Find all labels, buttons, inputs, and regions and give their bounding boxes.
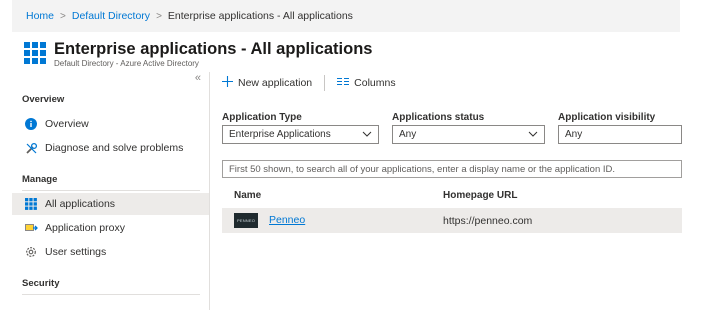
sidebar-item-label: All applications <box>45 198 116 210</box>
new-application-button[interactable]: New application <box>222 76 312 90</box>
sidebar-item-label: Application proxy <box>45 222 125 234</box>
penneo-logo: PENNEO <box>234 213 258 228</box>
section-overview: Overview <box>22 94 65 105</box>
divider <box>22 190 200 191</box>
new-application-label: New application <box>238 77 313 89</box>
application-type-label: Application Type <box>222 112 302 123</box>
grid-icon <box>24 197 38 211</box>
chevron-down-icon <box>362 129 372 142</box>
plus-icon <box>222 76 233 90</box>
application-visibility-value: Any <box>565 129 583 140</box>
columns-button[interactable]: Columns <box>337 77 396 89</box>
section-security: Security <box>22 278 60 289</box>
page-header: Enterprise applications - All applicatio… <box>12 32 680 72</box>
sidebar-item-overview[interactable]: Overview <box>12 113 209 135</box>
page-subtitle: Default Directory - Azure Active Directo… <box>54 59 199 68</box>
breadcrumb-current: Enterprise applications - All applicatio… <box>167 10 353 22</box>
column-header-name[interactable]: Name <box>234 190 261 201</box>
sidebar: « Overview Overview Diagnose and solve p… <box>12 72 210 310</box>
application-status-select[interactable]: Any <box>392 125 545 144</box>
chevron-right-icon: > <box>60 10 66 22</box>
chevron-right-icon: > <box>156 10 162 22</box>
search-placeholder: First 50 shown, to search all of your ap… <box>229 163 616 175</box>
application-type-select[interactable]: Enterprise Applications <box>222 125 379 144</box>
collapse-sidebar-icon[interactable]: « <box>195 72 201 84</box>
application-status-value: Any <box>399 129 417 140</box>
breadcrumb-home[interactable]: Home <box>26 10 54 22</box>
proxy-icon <box>24 221 38 235</box>
sidebar-item-user-settings[interactable]: User settings <box>12 241 209 263</box>
sidebar-item-diagnose[interactable]: Diagnose and solve problems <box>12 137 209 159</box>
sidebar-item-application-proxy[interactable]: Application proxy <box>12 217 209 239</box>
sidebar-item-label: Overview <box>45 118 89 130</box>
main-content: New application Columns Application Type… <box>222 72 682 310</box>
section-manage: Manage <box>22 174 58 185</box>
sidebar-item-all-applications[interactable]: All applications <box>12 193 209 215</box>
gear-icon <box>24 245 38 259</box>
application-visibility-label: Application visibility <box>558 112 656 123</box>
columns-icon <box>337 77 350 89</box>
app-name-link[interactable]: Penneo <box>269 214 305 226</box>
sidebar-item-label: User settings <box>45 246 107 258</box>
sidebar-item-label: Diagnose and solve problems <box>45 142 184 154</box>
search-input[interactable]: First 50 shown, to search all of your ap… <box>222 160 682 178</box>
application-visibility-select[interactable]: Any <box>558 125 682 144</box>
column-header-homepage-url[interactable]: Homepage URL <box>443 190 517 201</box>
page-title: Enterprise applications - All applicatio… <box>54 40 373 58</box>
table-row[interactable]: PENNEO Penneo https://penneo.com <box>222 208 682 233</box>
wrench-icon <box>24 141 38 155</box>
homepage-url: https://penneo.com <box>443 215 533 227</box>
command-bar: New application Columns <box>222 72 396 94</box>
breadcrumb: Home > Default Directory > Enterprise ap… <box>12 0 680 32</box>
columns-label: Columns <box>354 77 396 89</box>
chevron-down-icon <box>528 129 538 142</box>
divider <box>22 294 200 295</box>
enterprise-apps-icon <box>24 42 46 64</box>
application-status-label: Applications status <box>392 112 485 123</box>
divider <box>324 75 326 91</box>
info-icon <box>24 117 38 131</box>
application-type-value: Enterprise Applications <box>229 129 331 140</box>
breadcrumb-default-directory[interactable]: Default Directory <box>72 10 150 22</box>
